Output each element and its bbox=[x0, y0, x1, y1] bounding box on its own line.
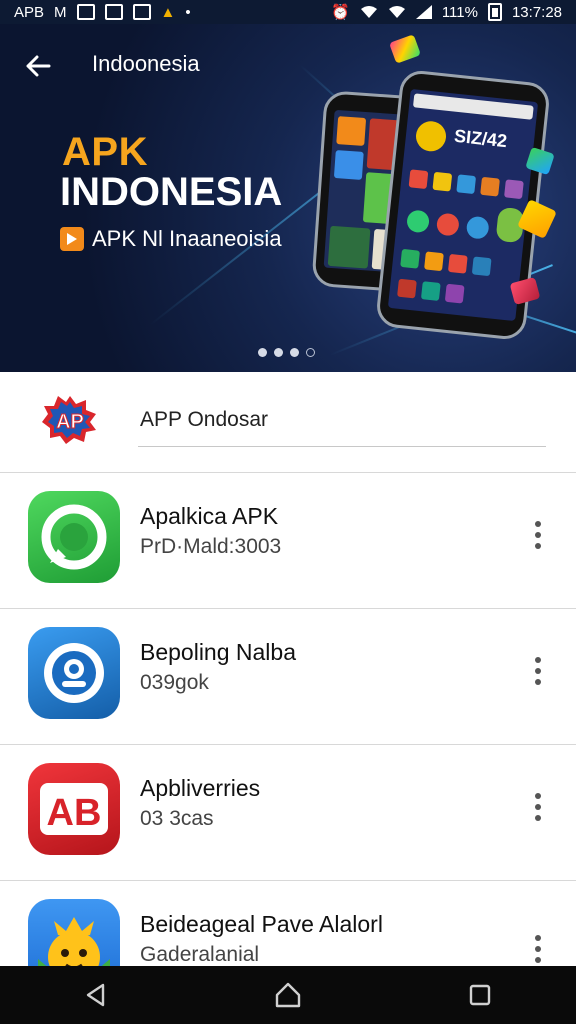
battery-icon bbox=[487, 3, 502, 21]
ap-logo-text: AP bbox=[56, 411, 84, 433]
app-subtitle: 03 3cas bbox=[140, 807, 214, 830]
page-title: Indoonesia bbox=[92, 51, 200, 76]
play-badge-icon bbox=[60, 227, 84, 251]
clock: 13:7:28 bbox=[511, 3, 562, 21]
navigation-bar bbox=[0, 966, 576, 1024]
square-recents-icon bbox=[469, 984, 491, 1006]
cell-signal-icon bbox=[415, 5, 432, 19]
triangle-back-icon bbox=[86, 983, 105, 1007]
home-icon bbox=[275, 982, 301, 1008]
more-options-button[interactable] bbox=[528, 931, 548, 967]
ab-logo-icon: AB bbox=[28, 763, 120, 855]
list-item[interactable]: Beideageal Pave Alalorl Gaderalanial bbox=[0, 880, 576, 991]
nav-home-button[interactable] bbox=[264, 971, 312, 1019]
carousel-dot[interactable] bbox=[306, 348, 315, 357]
more-options-button[interactable] bbox=[528, 517, 548, 553]
more-options-button[interactable] bbox=[528, 653, 548, 689]
download-icon bbox=[132, 4, 151, 20]
promo-banner[interactable]: Indoonesia APK INDONESIA APK Nl Inaaneoi… bbox=[0, 24, 576, 372]
promo-badge-text: APK Nl Inaaneoisia bbox=[92, 226, 282, 251]
phone-screen-label: SIZ/42 bbox=[453, 125, 508, 152]
warning-icon: ▲ bbox=[160, 3, 176, 21]
gallery-icon bbox=[76, 4, 95, 20]
arrow-back-icon bbox=[26, 55, 51, 77]
status-text-m: M bbox=[54, 3, 67, 21]
status-bar: APB M ▲ • ⏰ 111% 13:7:28 bbox=[0, 0, 576, 24]
search-underline bbox=[138, 446, 546, 447]
carousel-indicator[interactable] bbox=[258, 348, 315, 357]
carousel-dot[interactable] bbox=[258, 348, 267, 357]
whatsapp-style-icon bbox=[28, 491, 120, 583]
app-name: Beideageal Pave Alalorl bbox=[140, 911, 383, 937]
wifi-signal-icon bbox=[388, 6, 405, 18]
back-button[interactable] bbox=[22, 50, 54, 82]
ap-logo: AP bbox=[40, 394, 100, 444]
carousel-dot[interactable] bbox=[274, 348, 283, 357]
nav-back-button[interactable] bbox=[72, 971, 120, 1019]
promo-heading-indonesia: INDONESIA bbox=[60, 170, 283, 214]
app-name: Apbliverries bbox=[140, 775, 261, 801]
app-subtitle: PrD·Mald:3003 bbox=[140, 535, 282, 558]
floating-cube-icon bbox=[389, 34, 421, 64]
more-options-button[interactable] bbox=[528, 789, 548, 825]
dot-icon: • bbox=[185, 3, 191, 21]
battery-percent: 111% bbox=[441, 3, 478, 21]
app-subtitle: 039gok bbox=[140, 671, 209, 694]
status-text-apb: APB bbox=[14, 3, 45, 21]
app-subtitle: Gaderalanial bbox=[140, 943, 260, 966]
list-item[interactable]: Apalkica APK PrD·Mald:3003 bbox=[0, 472, 576, 608]
carousel-dot-active[interactable] bbox=[290, 348, 299, 357]
list-item[interactable]: Bepoling Nalba 039gok bbox=[0, 608, 576, 744]
promo-heading-apk: APK bbox=[62, 130, 148, 174]
status-right: ⏰ 111% 13:7:28 bbox=[331, 3, 562, 21]
search-input[interactable]: APP Ondosar bbox=[140, 408, 268, 432]
wifi-icon bbox=[360, 6, 377, 18]
search-row[interactable]: AP APP Ondosar bbox=[0, 372, 576, 468]
app-name: Apalkica APK bbox=[140, 503, 279, 529]
list-item[interactable]: AB Apbliverries 03 3cas bbox=[0, 744, 576, 880]
nav-recents-button[interactable] bbox=[456, 971, 504, 1019]
image-icon bbox=[104, 4, 123, 20]
status-left: APB M ▲ • bbox=[14, 4, 191, 21]
alarm-icon: ⏰ bbox=[331, 4, 350, 21]
promo-badge: APK Nl Inaaneoisia bbox=[60, 226, 282, 252]
camera-lens-icon bbox=[28, 627, 120, 719]
app-name: Bepoling Nalba bbox=[140, 639, 297, 665]
ab-logo-text: AB bbox=[47, 792, 102, 834]
